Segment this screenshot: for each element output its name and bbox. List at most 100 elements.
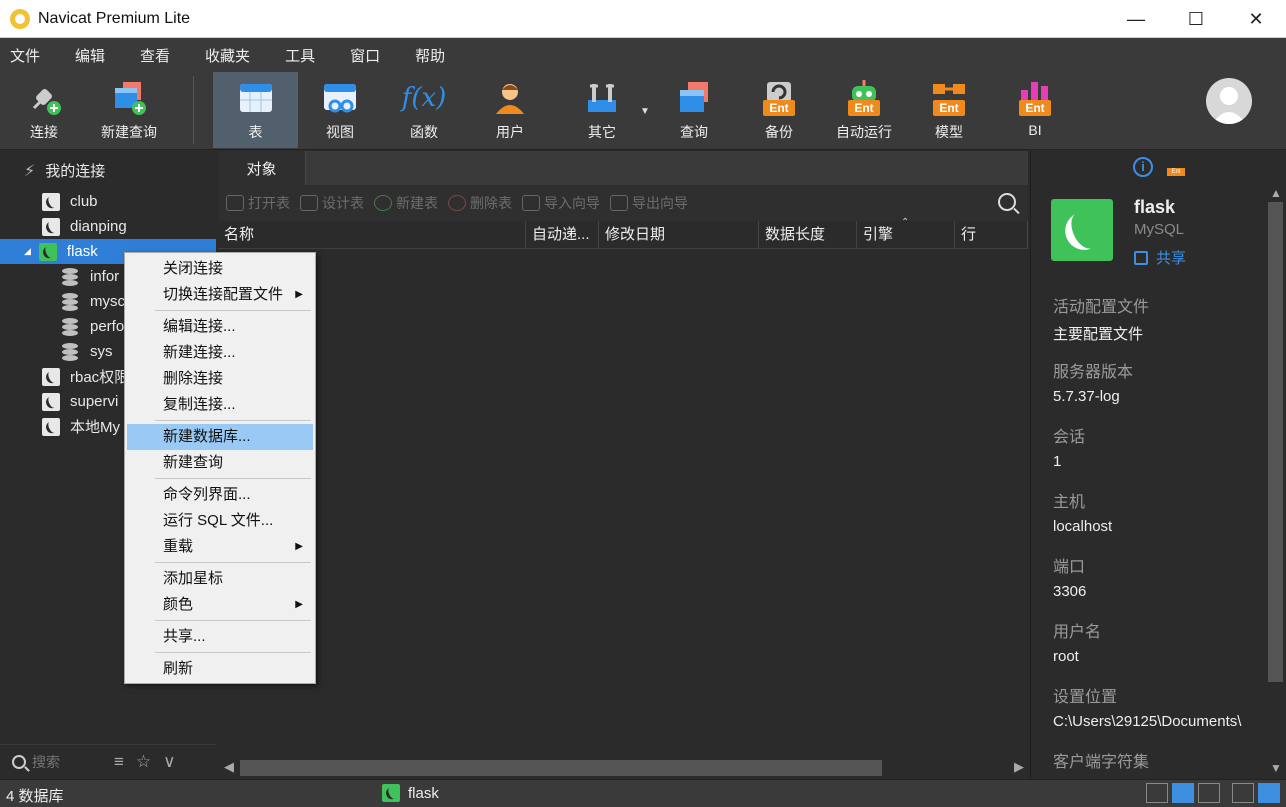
- filter-icon[interactable]: ≡: [114, 752, 124, 772]
- open-table-button[interactable]: 打开表: [226, 193, 290, 213]
- column-modified-date[interactable]: 修改日期: [599, 221, 759, 249]
- design-table-button[interactable]: 设计表: [300, 193, 364, 213]
- column-rows[interactable]: 行: [955, 221, 1028, 249]
- main-toolbar: 连接 新建查询 表 视图 f(x) 函数 用户 其它 ▼ 查询 Ent 备份 E…: [0, 72, 1286, 150]
- menu-window[interactable]: 窗口: [340, 45, 390, 66]
- menu-item-copy-connection[interactable]: 复制连接...: [127, 392, 313, 418]
- mysql-connection-icon: [38, 242, 57, 261]
- menu-bar: 文件 编辑 查看 收藏夹 工具 窗口 帮助: [0, 38, 1286, 72]
- menu-item-run-sql[interactable]: 运行 SQL 文件...: [127, 508, 313, 534]
- info-vertical-scrollbar[interactable]: ▲ ▼: [1265, 182, 1286, 779]
- import-wizard-button[interactable]: 导入向导: [522, 193, 600, 213]
- pencil-icon: [300, 195, 318, 211]
- import-icon: [522, 195, 540, 211]
- expand-arrow-icon[interactable]: ◢: [24, 246, 31, 257]
- new-table-button[interactable]: 新建表: [374, 193, 438, 213]
- horizontal-scrollbar[interactable]: ◀ ▶: [218, 757, 1028, 779]
- list-view-icon[interactable]: [1172, 783, 1194, 803]
- new-query-button[interactable]: 新建查询: [94, 72, 164, 148]
- menu-item-reload[interactable]: 重载 ▶: [127, 534, 313, 560]
- plus-circle-icon: [374, 195, 392, 211]
- view-button[interactable]: 视图: [306, 72, 374, 148]
- avatar[interactable]: [1206, 78, 1252, 124]
- menu-item-switch-profile[interactable]: 切换连接配置文件 ▶: [127, 282, 313, 308]
- menu-help[interactable]: 帮助: [405, 45, 455, 66]
- menu-item-share[interactable]: 共享...: [127, 624, 313, 650]
- grid-view-icon[interactable]: [1146, 783, 1168, 803]
- search-icon[interactable]: [998, 193, 1016, 211]
- star-icon[interactable]: ☆: [136, 752, 151, 772]
- menu-file[interactable]: 文件: [0, 45, 50, 66]
- tree-item-dianping[interactable]: dianping: [0, 214, 216, 239]
- tree-item-club[interactable]: club: [0, 189, 216, 214]
- tab-objects[interactable]: 对象: [218, 151, 306, 185]
- menu-separator: [155, 562, 311, 563]
- menu-item-close-connection[interactable]: 关闭连接: [127, 256, 313, 282]
- share-link[interactable]: 共享: [1134, 247, 1186, 268]
- menu-item-refresh[interactable]: 刷新: [127, 656, 313, 682]
- scroll-up-icon[interactable]: ▲: [1270, 186, 1282, 200]
- menu-item-add-star[interactable]: 添加星标: [127, 566, 313, 592]
- sidebar-search-input[interactable]: [32, 753, 102, 770]
- menu-item-color[interactable]: 颜色 ▶: [127, 592, 313, 618]
- other-button[interactable]: 其它: [566, 72, 638, 148]
- function-icon: f(x): [401, 83, 447, 113]
- mysql-connection-icon: [42, 192, 60, 211]
- function-button[interactable]: f(x) 函数: [390, 72, 458, 148]
- menu-item-delete-connection[interactable]: 删除连接: [127, 366, 313, 392]
- plug-icon: ⚡: [24, 162, 36, 180]
- submenu-arrow-icon: ▶: [295, 541, 303, 552]
- user-icon: [492, 80, 528, 116]
- connect-button[interactable]: 连接: [14, 72, 74, 148]
- export-wizard-button[interactable]: 导出向导: [610, 193, 688, 213]
- ent-lock-icon[interactable]: Ent: [1167, 158, 1185, 176]
- column-name[interactable]: 名称: [218, 221, 526, 249]
- menu-item-new-database[interactable]: 新建数据库...: [127, 424, 313, 450]
- close-button[interactable]: ✕: [1226, 0, 1286, 38]
- user-button[interactable]: 用户: [476, 72, 544, 148]
- collapse-icon[interactable]: ∨: [163, 752, 175, 772]
- automation-button[interactable]: Ent 自动运行: [828, 72, 900, 148]
- model-icon: Ent: [931, 80, 967, 116]
- tree-root[interactable]: ⚡ 我的连接: [0, 158, 216, 183]
- mysql-connection-icon: [42, 417, 60, 436]
- column-auto-increment[interactable]: 自动递...: [526, 221, 599, 249]
- panel-left-icon[interactable]: [1232, 783, 1254, 803]
- query-add-icon: [111, 80, 147, 116]
- query-button[interactable]: 查询: [660, 72, 728, 148]
- model-button[interactable]: Ent 模型: [916, 72, 982, 148]
- scrollbar-thumb[interactable]: [240, 760, 882, 776]
- menu-edit[interactable]: 编辑: [65, 45, 115, 66]
- table-button[interactable]: 表: [213, 72, 298, 148]
- menu-item-new-connection[interactable]: 新建连接...: [127, 340, 313, 366]
- menu-favorites[interactable]: 收藏夹: [195, 45, 260, 66]
- connection-type: MySQL: [1134, 221, 1185, 238]
- info-field-server-version: 服务器版本 5.7.37-log: [1053, 364, 1134, 405]
- scroll-right-icon[interactable]: ▶: [1014, 759, 1024, 775]
- bi-button[interactable]: Ent BI: [1002, 72, 1068, 148]
- other-dropdown-chevron-icon[interactable]: ▼: [640, 106, 650, 117]
- scrollbar-thumb[interactable]: [1268, 202, 1283, 682]
- info-field-client-charset: 客户端字符集: [1053, 754, 1150, 771]
- detail-view-icon[interactable]: [1198, 783, 1220, 803]
- export-icon: [610, 195, 628, 211]
- plug-add-icon: [26, 80, 62, 116]
- menu-item-console[interactable]: 命令列界面...: [127, 482, 313, 508]
- panel-right-icon[interactable]: [1258, 783, 1280, 803]
- info-icon[interactable]: i: [1133, 157, 1153, 177]
- scroll-down-icon[interactable]: ▼: [1270, 761, 1282, 775]
- backup-button[interactable]: Ent 备份: [746, 72, 812, 148]
- minus-circle-icon: [448, 195, 466, 211]
- maximize-button[interactable]: ☐: [1166, 0, 1226, 38]
- menu-item-edit-connection[interactable]: 编辑连接...: [127, 314, 313, 340]
- column-data-length[interactable]: 数据长度: [759, 221, 857, 249]
- minimize-button[interactable]: —: [1106, 0, 1166, 38]
- scroll-left-icon[interactable]: ◀: [224, 759, 234, 775]
- menu-tools[interactable]: 工具: [275, 45, 325, 66]
- info-field-location: 设置位置 C:\Users\29125\Documents\: [1053, 689, 1242, 730]
- database-icon: [62, 292, 78, 311]
- menu-item-new-query[interactable]: 新建查询: [127, 450, 313, 476]
- delete-table-button[interactable]: 删除表: [448, 193, 512, 213]
- info-field-username: 用户名 root: [1053, 624, 1102, 665]
- menu-view[interactable]: 查看: [130, 45, 180, 66]
